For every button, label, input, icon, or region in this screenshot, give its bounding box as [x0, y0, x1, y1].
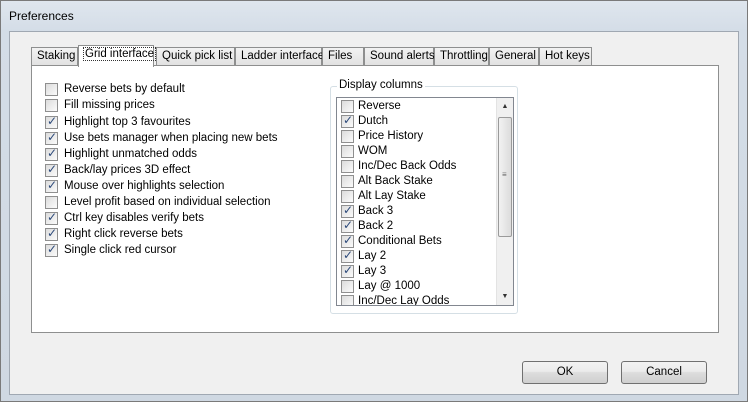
checkbox[interactable]: [45, 242, 58, 257]
checkbox[interactable]: [341, 203, 354, 218]
checkbox[interactable]: [341, 100, 354, 113]
checkbox[interactable]: [45, 130, 58, 145]
checkbox[interactable]: [45, 146, 58, 161]
checkbox[interactable]: [341, 130, 354, 143]
tab-hot-keys[interactable]: Hot keys: [539, 47, 592, 66]
checkbox[interactable]: [45, 178, 58, 193]
scroll-up-arrow-icon[interactable]: ▲: [497, 98, 513, 115]
checkbox[interactable]: [341, 280, 354, 293]
cancel-button[interactable]: Cancel: [621, 361, 707, 384]
tab-staking[interactable]: Staking: [31, 47, 78, 66]
display-columns-title: Display columns: [337, 79, 425, 91]
list-scrollbar[interactable]: ▲ ≡ ▼: [496, 98, 513, 305]
checkbox[interactable]: [341, 295, 354, 305]
checkbox[interactable]: [45, 196, 58, 209]
checkbox[interactable]: [45, 210, 58, 225]
checkbox[interactable]: [45, 83, 58, 96]
display-columns-list[interactable]: Reverse Dutch Price History WOM Inc/Dec …: [336, 97, 514, 306]
title-bar[interactable]: Preferences: [1, 1, 747, 31]
checkbox[interactable]: [341, 160, 354, 173]
tab-sound-alerts[interactable]: Sound alerts: [364, 47, 435, 66]
scroll-thumb[interactable]: ≡: [498, 117, 512, 237]
grid-interface-panel: Reverse bets by default Fill missing pri…: [31, 65, 719, 333]
checkbox[interactable]: [341, 145, 354, 158]
checkbox[interactable]: [341, 248, 354, 263]
checkbox[interactable]: [341, 233, 354, 248]
checkbox[interactable]: [341, 175, 354, 188]
checkbox[interactable]: [45, 226, 58, 241]
checkbox[interactable]: [45, 114, 58, 129]
tab-files[interactable]: Files: [322, 47, 364, 66]
checkbox[interactable]: [341, 190, 354, 203]
tab-general[interactable]: General: [489, 47, 539, 66]
tab-strip: Staking Grid interface Quick pick list L…: [31, 45, 731, 67]
checkbox[interactable]: [341, 218, 354, 233]
checkbox[interactable]: [45, 162, 58, 177]
tab-quick-pick-list[interactable]: Quick pick list: [156, 47, 235, 66]
checkbox[interactable]: [341, 113, 354, 128]
dialog-client-area: Staking Grid interface Quick pick list L…: [9, 31, 739, 395]
checkbox[interactable]: [45, 99, 58, 112]
ok-button[interactable]: OK: [522, 361, 608, 384]
checkbox[interactable]: [341, 263, 354, 278]
tab-throttling[interactable]: Throttling: [434, 47, 489, 66]
scroll-down-arrow-icon[interactable]: ▼: [497, 288, 513, 305]
preferences-window: Preferences Staking Grid interface Quick…: [0, 0, 748, 402]
tab-ladder-interface[interactable]: Ladder interface: [235, 47, 324, 66]
grip-icon: ≡: [502, 170, 507, 179]
tab-grid-interface[interactable]: Grid interface: [78, 45, 157, 67]
window-title: Preferences: [9, 9, 74, 23]
